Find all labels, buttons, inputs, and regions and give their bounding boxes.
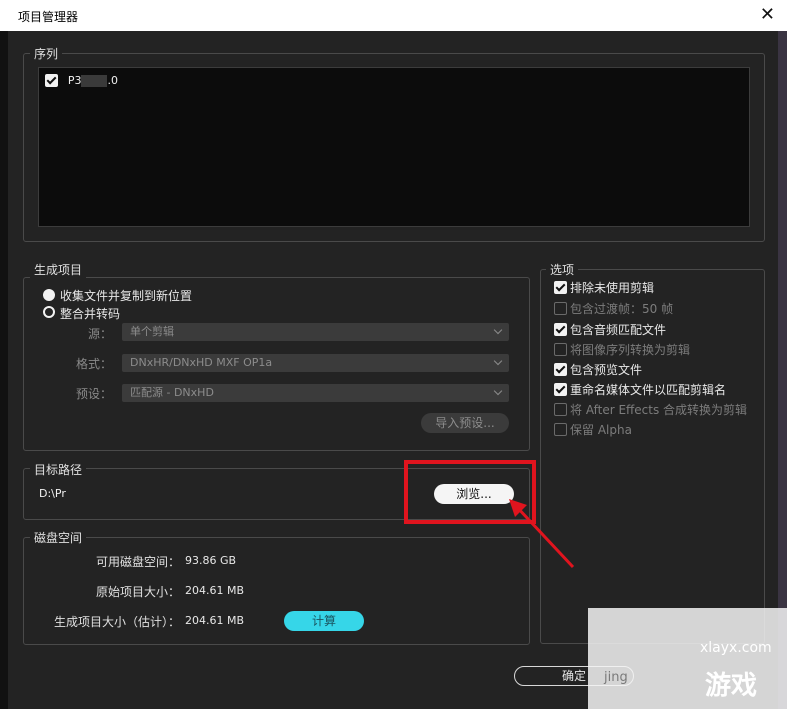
watermark-brand: 游戏 (705, 671, 758, 701)
background-left (0, 31, 8, 709)
sequence-list: P3 .0 (38, 67, 750, 227)
output-group-label: 生成项目 (30, 261, 87, 278)
title-bar: 项目管理器 ✕ (0, 0, 787, 31)
close-icon[interactable]: ✕ (760, 4, 775, 25)
watermark-site: xlayx.com (700, 640, 772, 656)
consolidate-radio-label: 整合并转码 (60, 307, 121, 321)
result-size-label: 生成项目大小（估计）： (53, 615, 180, 629)
checkbox[interactable] (554, 323, 567, 336)
arrow-icon (509, 499, 575, 569)
disk-group-label: 磁盘空间 (30, 529, 87, 546)
format-value: DNxHR/DNxHD MXF OP1a (130, 356, 273, 369)
option-convert-image-sequences: 将图像序列转换为剪辑 (554, 341, 690, 358)
window-title: 项目管理器 (18, 10, 79, 24)
option-rename-media[interactable]: 重命名媒体文件以匹配剪辑名 (554, 381, 726, 398)
option-include-preview[interactable]: 包含预览文件 (554, 361, 642, 378)
checkbox (554, 423, 567, 436)
source-value: 单个剪辑 (130, 325, 174, 338)
sequence-name: P3 (67, 74, 82, 87)
original-size-label: 原始项目大小： (95, 585, 180, 599)
preset-value: 匹配源 - DNxHD (130, 386, 214, 399)
checkbox[interactable] (554, 383, 567, 396)
collect-radio[interactable] (43, 289, 55, 301)
result-size-value: 204.61 MB (185, 614, 245, 627)
watermark-prefix: jing (604, 670, 628, 685)
checkbox[interactable] (554, 281, 567, 294)
watermark (588, 608, 787, 709)
sequence-name-suffix: .0 (107, 74, 118, 87)
destination-group-label: 目标路径 (30, 461, 87, 478)
preset-select[interactable]: 匹配源 - DNxHD (122, 384, 509, 402)
option-include-handles: 包含过渡帧：50 帧 (554, 300, 673, 317)
checkbox (554, 343, 567, 356)
import-preset-button[interactable]: 导入预设... (421, 413, 509, 433)
sequence-item[interactable]: P3 .0 (45, 73, 118, 87)
original-size-value: 204.61 MB (185, 584, 245, 597)
checkbox[interactable] (554, 363, 567, 376)
chevron-down-icon (493, 325, 503, 335)
available-space-label: 可用磁盘空间： (95, 555, 180, 569)
checkbox (554, 403, 567, 416)
sequence-name-redacted (81, 74, 108, 87)
source-label: 源： (87, 327, 112, 341)
option-preserve-alpha: 保留 Alpha (554, 421, 632, 438)
sequence-group-label: 序列 (30, 45, 63, 62)
destination-path: D:\Pr (39, 487, 66, 500)
option-convert-ae-comps: 将 After Effects 合成转换为剪辑 (554, 401, 747, 418)
chevron-down-icon (493, 356, 503, 366)
option-include-audio-conform[interactable]: 包含音频匹配文件 (554, 321, 666, 338)
option-exclude-unused[interactable]: 排除未使用剪辑 (554, 279, 654, 296)
available-space-value: 93.86 GB (185, 554, 237, 567)
consolidate-radio[interactable] (43, 306, 55, 318)
preset-label: 预设： (75, 387, 112, 401)
checkbox (554, 302, 567, 315)
format-label: 格式： (75, 357, 112, 371)
sequence-checkbox[interactable] (45, 74, 58, 87)
chevron-down-icon (493, 386, 503, 396)
options-group-label: 选项 (546, 261, 579, 278)
collect-radio-label: 收集文件并复制到新位置 (60, 289, 193, 303)
calculate-button[interactable]: 计算 (284, 611, 364, 631)
source-select[interactable]: 单个剪辑 (122, 323, 509, 341)
format-select[interactable]: DNxHR/DNxHD MXF OP1a (122, 354, 509, 372)
